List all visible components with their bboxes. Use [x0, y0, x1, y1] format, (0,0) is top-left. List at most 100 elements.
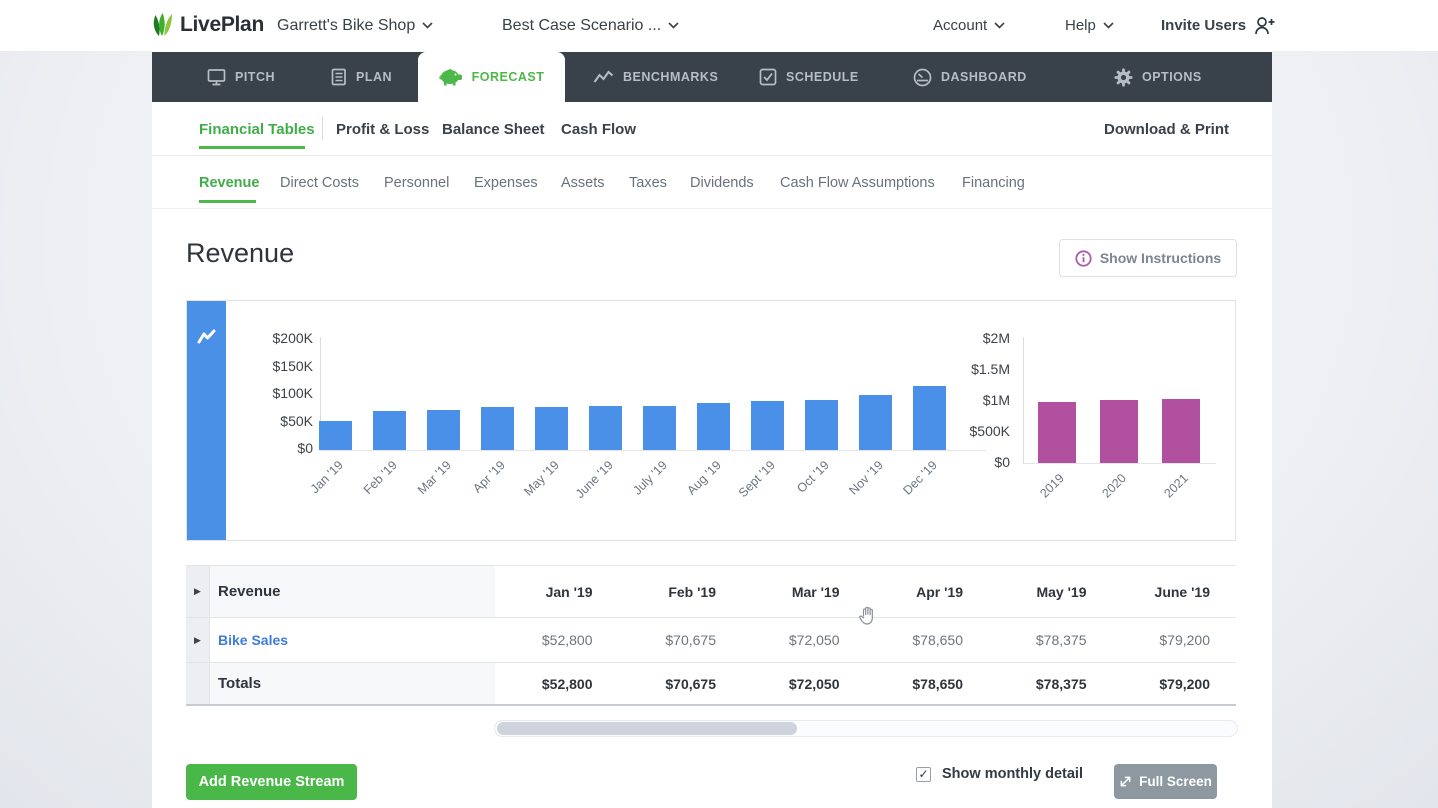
tab-schedule-label: SCHEDULE — [786, 70, 859, 84]
x-axis-label: Jan '19 — [289, 458, 346, 515]
show-instructions-label: Show Instructions — [1100, 250, 1221, 266]
value-cell[interactable]: $79,200 — [1113, 618, 1237, 662]
secnav-revenue-label: Revenue — [199, 175, 259, 191]
account-menu[interactable]: Account — [933, 0, 1005, 51]
secnav-assets[interactable]: Assets — [561, 156, 605, 209]
subnav-cash-flow[interactable]: Cash Flow — [561, 102, 636, 156]
x-axis-label: May '19 — [505, 458, 562, 515]
full-screen-button[interactable]: Full Screen — [1114, 764, 1217, 799]
download-print-button[interactable]: Download & Print — [1104, 102, 1229, 156]
tab-dashboard-label: DASHBOARD — [941, 70, 1027, 84]
chevron-down-icon — [422, 22, 433, 29]
gauge-icon — [913, 68, 932, 87]
secnav-financing[interactable]: Financing — [962, 156, 1025, 209]
bar-Aug '19 — [697, 403, 730, 450]
horizontal-scrollbar-thumb[interactable] — [497, 722, 797, 735]
secnav-personnel-label: Personnel — [384, 175, 449, 191]
y-axis-tick-label: $0 — [948, 454, 1010, 470]
tab-pitch[interactable]: PITCH — [207, 52, 275, 102]
secnav-direct-costs[interactable]: Direct Costs — [280, 156, 359, 209]
help-menu[interactable]: Help — [1065, 0, 1114, 51]
x-axis-label: Dec '19 — [883, 458, 940, 515]
secnav-dividends[interactable]: Dividends — [690, 156, 754, 209]
active-underline — [199, 146, 305, 149]
column-header: Apr '19 — [866, 566, 990, 617]
secnav-taxes[interactable]: Taxes — [629, 156, 667, 209]
show-instructions-button[interactable]: Show Instructions — [1059, 239, 1237, 277]
column-header: Feb '19 — [619, 566, 743, 617]
secnav-cash-flow-assumptions-label: Cash Flow Assumptions — [780, 175, 935, 191]
subnav-balance-sheet-label: Balance Sheet — [442, 121, 545, 138]
tab-dashboard[interactable]: DASHBOARD — [913, 52, 1027, 102]
bike-sales-link[interactable]: Bike Sales — [210, 618, 495, 662]
liveplan-logo[interactable]: LivePlan — [152, 11, 264, 38]
bar-Jan '19 — [319, 421, 352, 450]
x-axis-label: Aug '19 — [667, 458, 724, 515]
bar-2021 — [1162, 399, 1200, 463]
tab-forecast[interactable]: FORECAST — [418, 52, 565, 102]
gear-icon — [1114, 68, 1133, 87]
tab-options[interactable]: OPTIONS — [1114, 52, 1202, 102]
chart-type-strip[interactable] — [187, 301, 226, 540]
scenario-name: Best Case Scenario ... — [502, 17, 661, 35]
bar-Feb '19 — [373, 411, 406, 450]
bar-Sept '19 — [751, 401, 784, 450]
y-axis-tick-label: $200K — [251, 330, 313, 346]
tab-benchmarks[interactable]: BENCHMARKS — [593, 52, 718, 102]
user-plus-icon — [1253, 15, 1276, 37]
expand-arrow[interactable]: ▶ — [186, 566, 210, 617]
y-axis-tick-label: $50K — [251, 413, 313, 429]
secnav-expenses[interactable]: Expenses — [474, 156, 538, 209]
tab-pitch-label: PITCH — [235, 70, 275, 84]
total-cell: $72,050 — [742, 663, 866, 704]
value-cell[interactable]: $72,050 — [742, 618, 866, 662]
company-selector[interactable]: Garrett's Bike Shop — [277, 0, 433, 51]
show-monthly-detail-label[interactable]: Show monthly detail — [942, 766, 1083, 782]
horizontal-scrollbar-track[interactable] — [494, 720, 1238, 737]
tab-plan[interactable]: PLAN — [330, 52, 392, 102]
sub-nav: Financial Tables Profit & Loss Balance S… — [152, 102, 1272, 156]
total-cell: $70,675 — [619, 663, 743, 704]
subnav-balance-sheet[interactable]: Balance Sheet — [442, 102, 545, 156]
subnav-cash-flow-label: Cash Flow — [561, 121, 636, 138]
subnav-profit-loss[interactable]: Profit & Loss — [336, 102, 429, 156]
notebook-icon — [330, 68, 347, 86]
value-cell[interactable]: $78,375 — [989, 618, 1113, 662]
bar-Dec '19 — [913, 386, 946, 450]
secnav-expenses-label: Expenses — [474, 175, 538, 191]
bar-Mar '19 — [427, 410, 460, 450]
secnav-cash-flow-assumptions[interactable]: Cash Flow Assumptions — [780, 156, 935, 209]
add-revenue-stream-button[interactable]: Add Revenue Stream — [186, 764, 357, 800]
secnav-personnel[interactable]: Personnel — [384, 156, 449, 209]
trend-icon — [593, 69, 614, 85]
gutter-cell — [186, 663, 210, 704]
show-monthly-detail-checkbox[interactable]: ✓ — [916, 767, 931, 782]
company-name: Garrett's Bike Shop — [277, 17, 415, 35]
total-cell: $78,375 — [989, 663, 1113, 704]
invite-users-button[interactable]: Invite Users — [1161, 0, 1276, 51]
value-cell[interactable]: $70,675 — [619, 618, 743, 662]
value-cell[interactable]: $52,800 — [495, 618, 619, 662]
bar-May '19 — [535, 407, 568, 450]
y-axis-tick-label: $0 — [251, 440, 313, 456]
x-axis-label: Sept '19 — [721, 458, 778, 515]
subnav-financial-tables-label: Financial Tables — [199, 121, 315, 138]
bar-2020 — [1100, 400, 1138, 463]
bar-Nov '19 — [859, 395, 892, 450]
y-axis-tick-label: $100K — [251, 385, 313, 401]
expand-icon — [1119, 775, 1132, 788]
expand-arrow[interactable]: ▶ — [186, 618, 210, 662]
chevron-down-icon — [668, 22, 679, 29]
scenario-selector[interactable]: Best Case Scenario ... — [502, 0, 679, 51]
invite-users-label: Invite Users — [1161, 17, 1246, 34]
table-totals-row: Totals $52,800$70,675$72,050$78,650$78,3… — [186, 663, 1236, 704]
help-label: Help — [1065, 17, 1096, 34]
tab-plan-label: PLAN — [356, 70, 392, 84]
value-cell[interactable]: $78,650 — [866, 618, 990, 662]
secnav-direct-costs-label: Direct Costs — [280, 175, 359, 191]
section-nav: Revenue Direct Costs Personnel Expenses … — [152, 156, 1272, 209]
chevron-down-icon — [1103, 22, 1114, 29]
tab-schedule[interactable]: SCHEDULE — [759, 52, 859, 102]
secnav-taxes-label: Taxes — [629, 175, 667, 191]
show-monthly-detail-control[interactable]: ✓ Show monthly detail — [916, 766, 1083, 782]
